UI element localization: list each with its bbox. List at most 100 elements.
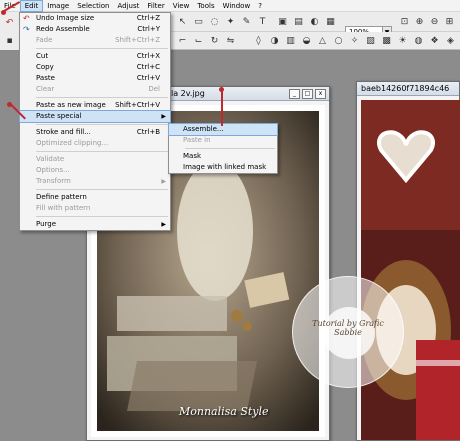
blur-icon[interactable]: ○ bbox=[332, 34, 345, 47]
menubar-item-window[interactable]: Window bbox=[219, 0, 255, 12]
noise-icon[interactable]: ▨ bbox=[364, 34, 377, 47]
close-button[interactable]: x bbox=[315, 89, 326, 99]
paste-special-submenu: Assemble... Paste in Mask Image with linked… bbox=[168, 123, 278, 174]
undo-toolbar-icon[interactable]: ↶ bbox=[3, 16, 16, 29]
arrow-tool-icon[interactable]: ↖ bbox=[176, 15, 189, 28]
edit-menu-item-optimized-clipping[interactable]: Optimized clipping... bbox=[20, 138, 170, 149]
zoom-in-icon[interactable]: ⊕ bbox=[413, 15, 426, 28]
undo-icon: ↶ bbox=[23, 14, 30, 23]
edit-menu-item-undo-image-size[interactable]: ↶ Undo Image size Ctrl+Z bbox=[20, 13, 170, 24]
drop-icon[interactable]: ◊ bbox=[252, 34, 265, 47]
menu-item-shortcut: Shift+Ctrl+Z bbox=[115, 36, 160, 44]
redo-icon: ↷ bbox=[23, 25, 30, 34]
edit-menu-item-paste-as-new-image[interactable]: Paste as new image Shift+Ctrl+V bbox=[20, 100, 170, 111]
menu-item-label: Stroke and fill... bbox=[36, 128, 91, 136]
menubar-item-image[interactable]: Image bbox=[43, 0, 73, 12]
palette2-icon[interactable]: ◈ bbox=[444, 34, 457, 47]
lasso-icon[interactable]: ◌ bbox=[208, 15, 221, 28]
menubar-item-adjust[interactable]: Adjust bbox=[113, 0, 143, 12]
paste-special-item-image-with-linked-mask[interactable]: Image with linked mask bbox=[169, 162, 277, 173]
submenu-arrow-icon: ▶ bbox=[161, 178, 166, 185]
edit-menu-item-cut[interactable]: Cut Ctrl+X bbox=[20, 51, 170, 62]
menu-item-label: Options... bbox=[36, 166, 70, 174]
brush-icon[interactable]: ✎ bbox=[240, 15, 253, 28]
submenu-arrow-icon: ▶ bbox=[161, 113, 166, 120]
menu-item-label: Paste bbox=[36, 74, 55, 82]
menu-item-shortcut: Del bbox=[148, 85, 160, 93]
menubar-item-filter[interactable]: Filter bbox=[143, 0, 168, 12]
menu-item-shortcut: Ctrl+C bbox=[136, 63, 160, 71]
minimize-button[interactable]: _ bbox=[289, 89, 300, 99]
menu-item-label: Fill with pattern bbox=[36, 204, 91, 212]
document-window-2[interactable]: baeb14260f71894c46 bbox=[356, 81, 460, 441]
text-tool-icon[interactable]: T bbox=[256, 15, 269, 28]
menu-item-label: Define pattern bbox=[36, 193, 87, 201]
menu-item-shortcut: Ctrl+B bbox=[136, 128, 160, 136]
rotate-icon[interactable]: ↻ bbox=[208, 34, 221, 47]
plugin-icon[interactable]: ❖ bbox=[428, 34, 441, 47]
edit-menu-item-validate[interactable]: Validate bbox=[20, 154, 170, 165]
wand-icon[interactable]: ✦ bbox=[224, 15, 237, 28]
paste-special-item-mask[interactable]: Mask bbox=[169, 151, 277, 162]
watermark-signature: Monnalisa Style bbox=[179, 405, 269, 418]
edit-menu: ↶ Undo Image size Ctrl+Z ↷ Redo Assemble Ctrl… bbox=[19, 12, 171, 231]
menubar-item-edit[interactable]: Edit bbox=[19, 0, 44, 12]
menu-item-label: Optimized clipping... bbox=[36, 139, 109, 147]
menubar-item-view[interactable]: View bbox=[169, 0, 194, 12]
edit-menu-item-fade[interactable]: Fade Shift+Ctrl+Z bbox=[20, 35, 170, 46]
emboss-icon[interactable]: ▩ bbox=[380, 34, 393, 47]
left-tool-strip: ↶ ▪ bbox=[0, 12, 20, 50]
doc-window-2-title: baeb14260f71894c46 bbox=[357, 82, 459, 96]
doll-photo-2 bbox=[361, 100, 460, 440]
edit-menu-item-define-pattern[interactable]: Define pattern bbox=[20, 192, 170, 203]
menu-item-label: Cut bbox=[36, 52, 49, 60]
edit-menu-item-copy[interactable]: Copy Ctrl+C bbox=[20, 62, 170, 73]
edit-menu-item-fill-with-pattern[interactable]: Fill with pattern bbox=[20, 203, 170, 214]
menu-item-label: Copy bbox=[36, 63, 54, 71]
contrast-icon[interactable]: ◑ bbox=[268, 34, 281, 47]
select-rect-icon[interactable]: ▭ bbox=[192, 15, 205, 28]
image-icon[interactable]: ▣ bbox=[276, 15, 289, 28]
frame-icon[interactable]: ⌙ bbox=[192, 34, 205, 47]
layers-icon[interactable]: ▤ bbox=[292, 15, 305, 28]
menu-item-shortcut: Ctrl+Y bbox=[137, 25, 160, 33]
menu-item-label: Validate bbox=[36, 155, 65, 163]
edit-menu-item-redo-assemble[interactable]: ↷ Redo Assemble Ctrl+Y bbox=[20, 24, 170, 35]
palette-icon[interactable]: ◐ bbox=[308, 15, 321, 28]
mask-icon[interactable]: ◍ bbox=[412, 34, 425, 47]
edit-menu-item-options[interactable]: Options... bbox=[20, 165, 170, 176]
edit-menu-item-paste[interactable]: Paste Ctrl+V bbox=[20, 73, 170, 84]
annotation-arrow-2 bbox=[221, 90, 223, 126]
menu-item-shortcut: Ctrl+V bbox=[136, 74, 160, 82]
menu-item-shortcut: Ctrl+X bbox=[136, 52, 160, 60]
edit-menu-item-clear[interactable]: Clear Del bbox=[20, 84, 170, 95]
menubar-item-selection[interactable]: Selection bbox=[73, 0, 113, 12]
light-icon[interactable]: ☀ bbox=[396, 34, 409, 47]
actual-size-icon[interactable]: ⊞ bbox=[443, 15, 456, 28]
flip-icon[interactable]: ⇋ bbox=[224, 34, 237, 47]
menubar-item-[interactable]: ? bbox=[254, 0, 266, 12]
hue-icon[interactable]: ◒ bbox=[300, 34, 313, 47]
edit-menu-item-transform[interactable]: Transform ▶ bbox=[20, 176, 170, 187]
paste-special-item-assemble[interactable]: Assemble... bbox=[168, 123, 278, 136]
zoom-out-icon[interactable]: ⊖ bbox=[428, 15, 441, 28]
fit-window-icon[interactable]: ⊡ bbox=[398, 15, 411, 28]
menu-item-label: Paste special bbox=[36, 112, 82, 120]
menubar: FileEditImageSelectionAdjustFilterViewTo… bbox=[0, 0, 460, 12]
edit-menu-item-paste-special[interactable]: Paste special ▶ bbox=[19, 110, 171, 123]
crop-icon[interactable]: ⌐ bbox=[176, 34, 189, 47]
edit-menu-item-stroke-and-fill[interactable]: Stroke and fill... Ctrl+B bbox=[20, 127, 170, 138]
menu-item-label: Purge bbox=[36, 220, 57, 228]
menu-item-label: Paste as new image bbox=[36, 101, 106, 109]
paste-special-item-paste-in[interactable]: Paste in bbox=[169, 135, 277, 146]
tool-icon[interactable]: ▪ bbox=[3, 34, 16, 47]
edit-menu-item-purge[interactable]: Purge ▶ bbox=[20, 219, 170, 230]
menu-item-label: Fade bbox=[36, 36, 53, 44]
levels-icon[interactable]: ▥ bbox=[284, 34, 297, 47]
gallery-icon[interactable]: ▦ bbox=[324, 15, 337, 28]
menu-item-shortcut: Ctrl+Z bbox=[136, 14, 160, 22]
menubar-item-tools[interactable]: Tools bbox=[193, 0, 218, 12]
sharpen-icon[interactable]: △ bbox=[316, 34, 329, 47]
maximize-button[interactable]: □ bbox=[302, 89, 313, 99]
effect-icon[interactable]: ✧ bbox=[348, 34, 361, 47]
